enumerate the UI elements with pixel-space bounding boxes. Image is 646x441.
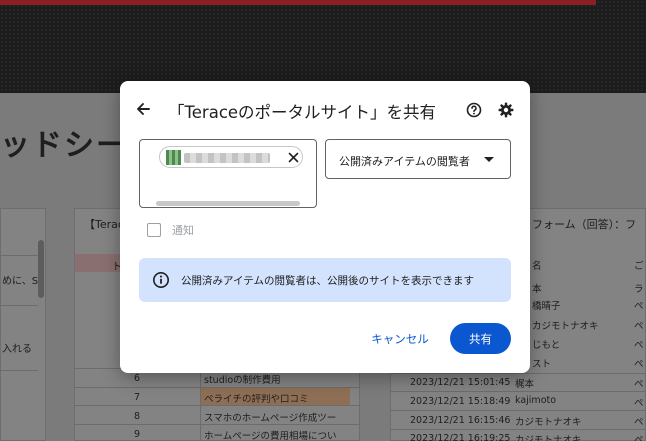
caret-down-icon — [484, 157, 494, 162]
background-right-side: ペ — [634, 321, 644, 332]
background-right-side: ペ — [634, 340, 644, 351]
close-icon — [288, 152, 299, 163]
background-right-col-header: ご — [634, 261, 644, 272]
background-middle-row-line — [75, 424, 360, 425]
red-accent-bar — [0, 0, 596, 5]
background-right-name: カジモトナオキ — [515, 417, 582, 428]
background-right-row-line — [390, 410, 646, 411]
background-left-line: めに、S — [2, 276, 39, 287]
background-middle-row-text: ホームページの費用相場につい — [204, 431, 337, 441]
background-left-divider — [0, 370, 38, 371]
background-right-side: ペ — [634, 359, 644, 370]
cancel-button[interactable]: キャンセル — [363, 324, 437, 354]
background-right-name: カジモトナオキ — [532, 321, 599, 332]
gear-icon — [498, 102, 514, 118]
background-right-side: ペ — [634, 379, 644, 390]
dialog-title: 「Teraceのポータルサイト」を共有 — [168, 103, 437, 122]
people-input-scrollbar[interactable] — [156, 201, 300, 206]
background-middle-row-num: 8 — [134, 411, 141, 422]
notify-label: 通知 — [172, 224, 194, 237]
background-left-divider — [0, 255, 38, 256]
dark-header-band — [0, 0, 646, 93]
notify-option: 通知 — [147, 222, 194, 238]
info-icon — [153, 272, 169, 288]
background-right-header: フォーム（回答）：フ — [532, 218, 637, 231]
background-left-divider — [0, 305, 38, 306]
info-text: 公開済みアイテムの閲覧者は、公開後のサイトを表示できます — [181, 275, 474, 287]
role-dropdown-label: 公開済みアイテムの閲覧者 — [339, 155, 470, 168]
help-circle-icon — [466, 102, 482, 118]
background-right-name: 梶本 — [515, 379, 535, 390]
background-right-name: カジモトナオキ — [515, 435, 582, 441]
background-right-name: じもと — [532, 340, 561, 351]
remove-recipient-button[interactable] — [286, 150, 301, 165]
share-button[interactable]: 共有 — [450, 323, 511, 354]
background-middle-row-num: 9 — [134, 429, 141, 440]
background-middle-row-text: ペライチの評判や口コミ — [204, 394, 309, 405]
background-right-timestamp: 2023/12/21 16:15:46 — [410, 415, 511, 426]
recipient-name-redacted — [184, 153, 270, 163]
background-right-row-line — [390, 429, 646, 430]
back-button[interactable] — [132, 98, 154, 120]
background-middle-row-line — [75, 387, 360, 388]
background-middle-col-line — [200, 368, 201, 441]
background-right-side: ラ — [634, 284, 644, 295]
people-input[interactable] — [139, 139, 317, 208]
background-right-side: ペ — [634, 301, 644, 312]
background-middle-row-num: 7 — [134, 392, 141, 403]
background-middle-row-text: studioの制作費用 — [204, 375, 281, 386]
arrow-left-icon — [137, 103, 150, 115]
background-right-name: kajimoto — [515, 395, 557, 406]
avatar — [166, 150, 181, 165]
help-button[interactable] — [465, 101, 483, 119]
background-left-scrollbar — [38, 240, 44, 298]
background-right-row-line — [390, 373, 646, 374]
info-banner: 公開済みアイテムの閲覧者は、公開後のサイトを表示できます — [139, 258, 511, 302]
background-right-timestamp: 2023/12/21 16:19:25 — [410, 433, 511, 441]
background-right-name: スト — [532, 359, 552, 370]
share-dialog: 「Teraceのポータルサイト」を共有 公開済みアイテムの閲覧者 通知 公開済み… — [120, 81, 530, 373]
background-middle-row-num: 6 — [134, 373, 141, 384]
settings-button[interactable] — [497, 101, 515, 119]
recipient-chip[interactable] — [159, 146, 303, 168]
background-right-row-line — [390, 391, 646, 392]
background-right-timestamp: 2023/12/21 15:18:49 — [410, 396, 511, 407]
background-right-side: ペ — [634, 435, 644, 441]
background-right-name: 本 — [532, 284, 542, 295]
background-middle-row-text: スマホのホームページ作成ツー — [204, 413, 337, 424]
background-right-name: 橋晴子 — [532, 301, 561, 312]
background-right-col-header: 名 — [532, 261, 542, 272]
background-middle-row-line — [75, 405, 360, 406]
notify-checkbox[interactable] — [147, 223, 161, 237]
role-dropdown[interactable]: 公開済みアイテムの閲覧者 — [325, 139, 511, 179]
background-right-timestamp: 2023/12/21 15:01:45 — [410, 377, 511, 388]
background-right-side: ペ — [634, 417, 644, 428]
background-right-side: ペ — [634, 398, 644, 409]
background-left-line: 入れる — [2, 344, 32, 355]
background-middle-header: 【Terac — [84, 218, 124, 231]
